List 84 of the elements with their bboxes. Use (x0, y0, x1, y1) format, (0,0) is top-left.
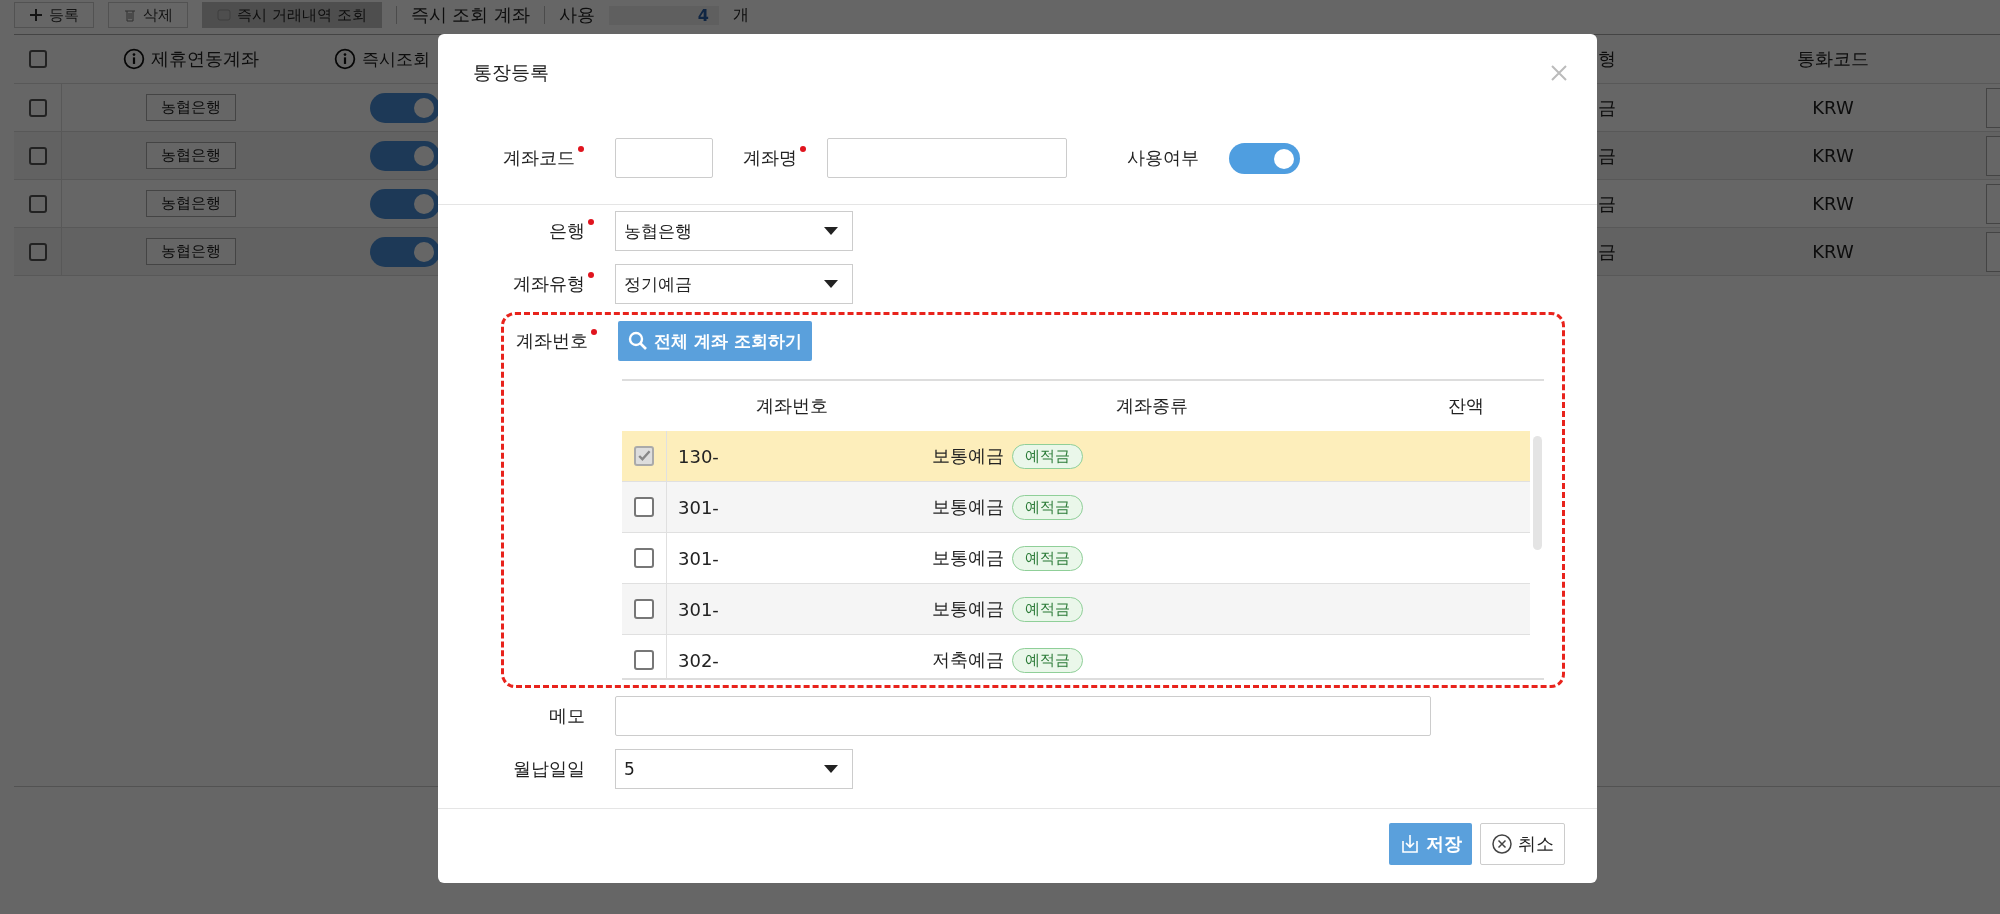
check-icon (636, 448, 652, 464)
account-type-cell: 보통예금 (932, 546, 1004, 570)
row-checkbox[interactable] (28, 194, 47, 213)
use-toggle[interactable] (1229, 142, 1300, 174)
column-header: 계좌번호 (756, 394, 828, 418)
row-checkbox[interactable] (634, 497, 654, 517)
currency-cell: KRW (1812, 241, 1854, 262)
column-header: 잔액 (1447, 394, 1484, 418)
table-cell: 금 (1598, 191, 1616, 216)
instant-toggle[interactable] (370, 188, 440, 219)
account-code-input[interactable] (615, 138, 713, 178)
column-header: 계좌종류 (1116, 394, 1188, 418)
account-name-input[interactable] (827, 138, 1067, 178)
account-type-cell: 보통예금 (932, 444, 1004, 468)
currency-cell: KRW (1812, 193, 1854, 214)
account-type-select[interactable]: 정기예금 (615, 264, 853, 304)
currency-cell: KRW (1812, 97, 1854, 118)
scrollbar[interactable] (1533, 436, 1542, 550)
memo-input[interactable] (615, 696, 1431, 736)
cancel-button[interactable]: 취소 (1480, 823, 1565, 865)
account-type-cell: 보통예금 (932, 495, 1004, 519)
table-cell: 금 (1598, 143, 1616, 168)
column-header: 형 (1598, 47, 1616, 71)
bank-select[interactable]: 농협은행 (615, 211, 853, 251)
field-label: 사용여부 (1127, 146, 1200, 170)
unit-label: 개 (733, 4, 749, 26)
instant-toggle[interactable] (370, 92, 440, 123)
caret-icon (824, 227, 838, 235)
field-label: 월납일일 (513, 757, 586, 781)
table-cell: 금 (1598, 95, 1616, 120)
row-checkbox[interactable] (28, 98, 47, 117)
field-label: 메모 (549, 704, 586, 728)
trash-icon (123, 8, 137, 22)
account-type-cell: 저축예금 (932, 648, 1004, 672)
field-label: 계좌유형 (513, 272, 595, 296)
plus-icon (29, 8, 43, 22)
column-header: 제휴연동계좌 (151, 47, 259, 71)
dialog-title: 통장등록 (473, 60, 549, 85)
deposit-tag: 예적금 (1012, 596, 1083, 622)
currency-cell: KRW (1812, 145, 1854, 166)
column-header: 즉시조회 (362, 47, 430, 71)
row-checkbox[interactable] (634, 650, 654, 670)
deposit-tag: 예적금 (1012, 647, 1083, 673)
close-icon[interactable] (1549, 63, 1569, 83)
in-use-label: 사용 (559, 3, 595, 27)
field-label: 계좌코드 (438, 146, 585, 170)
deposit-tag: 예적금 (1012, 443, 1083, 469)
column-header: 통화코드 (1797, 47, 1869, 71)
field-label: 계좌번호 (504, 329, 598, 353)
account-number-cell: 130- (678, 445, 719, 467)
account-number-cell: 302- (678, 649, 719, 671)
account-row[interactable]: 301- 보통예금 예적금 (622, 584, 1530, 635)
bank-tag: 농협은행 (146, 142, 236, 169)
caret-icon (824, 765, 838, 773)
field-label: 은행 (549, 219, 595, 243)
bank-tag: 농협은행 (146, 190, 236, 217)
field-label: 계좌명 (743, 146, 807, 170)
account-number-cell: 301- (678, 598, 719, 620)
payment-day-select[interactable]: 5 (615, 749, 853, 789)
row-checkbox[interactable] (28, 242, 47, 261)
row-checkbox[interactable] (634, 599, 654, 619)
search-icon (628, 331, 648, 351)
table-cell: 금 (1598, 239, 1616, 264)
select-all-checkbox[interactable] (29, 50, 47, 68)
deposit-tag: 예적금 (1012, 545, 1083, 571)
deposit-tag: 예적금 (1012, 494, 1083, 520)
account-row[interactable]: 302- 저축예금 예적금 (622, 635, 1530, 678)
bank-tag: 농협은행 (146, 94, 236, 121)
count-value: 4 (609, 5, 719, 25)
download-icon (1399, 833, 1421, 855)
account-number-cell: 301- (678, 496, 719, 518)
bank-tag: 농협은행 (146, 238, 236, 265)
row-checkbox[interactable] (634, 548, 654, 568)
instant-accounts-label: 즉시 조회 계좌 (410, 3, 530, 27)
account-row[interactable]: 130- 보통예금 예적금 (622, 431, 1530, 482)
row-checkbox[interactable] (634, 446, 654, 466)
account-type-cell: 보통예금 (932, 597, 1004, 621)
row-checkbox[interactable] (28, 146, 47, 165)
account-number-cell: 301- (678, 547, 719, 569)
instant-toggle[interactable] (370, 140, 440, 171)
caret-icon (824, 280, 838, 288)
account-row[interactable]: 301- 보통예금 예적금 (622, 482, 1530, 533)
instant-toggle[interactable] (370, 236, 440, 267)
close-circle-icon (1491, 833, 1513, 855)
